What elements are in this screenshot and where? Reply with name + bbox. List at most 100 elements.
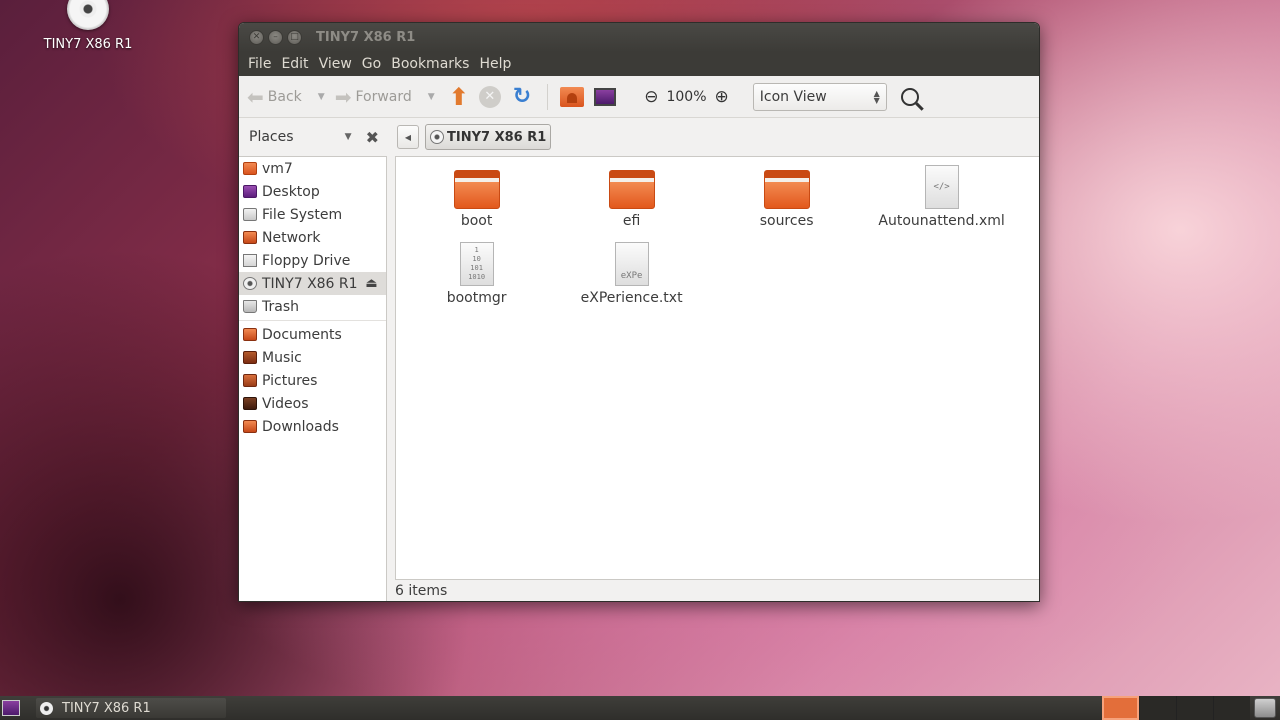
zoom-out-icon[interactable]: ⊖: [644, 87, 658, 107]
sidebar-item-label: Music: [262, 349, 302, 366]
workspace-switcher: [1102, 696, 1250, 720]
up-arrow-icon[interactable]: ⬆: [449, 85, 469, 109]
sidebar-item-label: Trash: [262, 298, 299, 315]
sidebar-item-tiny7[interactable]: TINY7 X86 R1 ⏏: [239, 272, 386, 295]
xml-file-icon: </>: [924, 165, 959, 209]
menu-go[interactable]: Go: [357, 56, 386, 72]
menu-help[interactable]: Help: [474, 56, 516, 72]
workspace-4[interactable]: [1213, 696, 1250, 720]
places-sidebar: vm7 Desktop File System Network Floppy D…: [239, 156, 387, 601]
file-item-efi[interactable]: efi: [557, 170, 707, 229]
sidebar-item-network[interactable]: Network: [239, 226, 386, 249]
documents-folder-icon: [243, 328, 257, 341]
sidebar-item-music[interactable]: Music: [239, 346, 386, 369]
menu-bar: File Edit View Go Bookmarks Help: [239, 52, 1039, 76]
sidebar-item-label: Downloads: [262, 418, 339, 435]
menu-edit[interactable]: Edit: [276, 56, 313, 72]
window-title: TINY7 X86 R1: [316, 30, 416, 45]
home-folder-icon: [243, 162, 257, 175]
sidebar-item-documents[interactable]: Documents: [239, 323, 386, 346]
pictures-folder-icon: [243, 374, 257, 387]
zoom-in-icon[interactable]: ⊕: [715, 87, 729, 107]
taskbar-button[interactable]: TINY7 X86 R1: [36, 698, 226, 718]
menu-file[interactable]: File: [243, 56, 276, 72]
stop-icon[interactable]: ✕: [478, 85, 501, 108]
workspace-1[interactable]: [1102, 696, 1139, 720]
desktop-cd-icon[interactable]: TINY7 X86 R1: [40, 0, 136, 52]
sidebar-item-label: Network: [262, 229, 321, 246]
floppy-icon: [243, 254, 257, 267]
select-arrows-icon: ▲ ▼: [873, 88, 880, 105]
sidebar-item-vm7[interactable]: vm7: [239, 157, 386, 180]
path-scroll-left-button[interactable]: ◀: [397, 125, 419, 149]
back-button[interactable]: ⬅ Back: [247, 87, 302, 107]
sidebar-item-floppy-drive[interactable]: Floppy Drive: [239, 249, 386, 272]
maximize-button[interactable]: □: [287, 30, 302, 45]
menu-bookmarks[interactable]: Bookmarks: [386, 56, 474, 72]
search-icon[interactable]: [900, 87, 919, 106]
file-glyph: eXPe: [620, 271, 643, 281]
breadcrumb-label: TINY7 X86 R1: [447, 129, 547, 145]
sidebar-item-desktop[interactable]: Desktop: [239, 180, 386, 203]
file-name: Autounattend.xml: [878, 213, 1005, 229]
home-folder-icon[interactable]: [560, 86, 585, 107]
videos-folder-icon: [243, 397, 257, 410]
breadcrumb[interactable]: TINY7 X86 R1: [425, 124, 552, 150]
folder-icon: [608, 170, 655, 209]
cd-disc-icon: [243, 277, 257, 290]
file-name: bootmgr: [446, 290, 507, 306]
toolbar: ⬅ Back ▼ ➡ Forward ▼ ⬆ ✕ ↻ ⊖ 100% ⊕ Icon…: [239, 76, 1039, 118]
sidebar-item-label: Desktop: [262, 183, 320, 200]
view-mode-select[interactable]: Icon View ▲ ▼: [752, 82, 887, 111]
forward-label: Forward: [355, 88, 412, 105]
show-desktop-icon[interactable]: [2, 700, 20, 716]
close-sidebar-icon[interactable]: ✖: [366, 128, 379, 147]
file-item-sources[interactable]: sources: [712, 170, 862, 229]
forward-history-dropdown[interactable]: ▼: [428, 92, 435, 102]
file-item-bootmgr[interactable]: 1 10 101 1010 bootmgr: [402, 242, 552, 306]
cd-disc-icon: [67, 0, 109, 30]
folder-icon: [453, 170, 500, 209]
pane-splitter[interactable]: [387, 156, 395, 580]
workspace-2[interactable]: [1139, 696, 1176, 720]
location-bar: Places ▼ ✖ ◀ TINY7 X86 R1: [239, 118, 1039, 156]
taskbar-label: TINY7 X86 R1: [62, 700, 151, 716]
sidebar-item-downloads[interactable]: Downloads: [239, 415, 386, 438]
file-glyph: 1 10 101 1010: [468, 246, 486, 281]
sidebar-item-pictures[interactable]: Pictures: [239, 369, 386, 392]
sidebar-item-label: Pictures: [262, 372, 318, 389]
workspace-3[interactable]: [1176, 696, 1213, 720]
menu-view[interactable]: View: [314, 56, 357, 72]
arrow-right-icon: ➡: [334, 84, 352, 109]
chevron-down-icon[interactable]: ▼: [345, 132, 352, 142]
sidebar-item-videos[interactable]: Videos: [239, 392, 386, 415]
text-file-icon: eXPe: [614, 242, 649, 286]
places-dropdown[interactable]: Places: [249, 129, 345, 145]
back-label: Back: [267, 88, 302, 105]
file-item-boot[interactable]: boot: [402, 170, 552, 229]
desktop-icon: [243, 185, 257, 198]
trash-icon[interactable]: [1254, 698, 1276, 718]
view-mode-value: Icon View: [759, 88, 827, 105]
reload-icon[interactable]: ↻: [513, 85, 531, 108]
zoom-level[interactable]: 100%: [666, 89, 706, 105]
forward-button[interactable]: ➡ Forward: [335, 87, 412, 107]
content-area: vm7 Desktop File System Network Floppy D…: [239, 156, 1039, 601]
sidebar-item-label: vm7: [262, 160, 293, 177]
close-button[interactable]: ✕: [249, 30, 264, 45]
sidebar-item-label: Videos: [262, 395, 309, 412]
bottom-panel: TINY7 X86 R1: [0, 696, 1280, 720]
file-item-experience[interactable]: eXPe eXPerience.txt: [557, 242, 707, 306]
file-view: boot efi sources </> Autounattend.xml 1 …: [394, 156, 1039, 580]
back-history-dropdown[interactable]: ▼: [318, 92, 325, 102]
network-icon: [243, 231, 257, 244]
sidebar-item-trash[interactable]: Trash: [239, 295, 386, 318]
file-item-autounattend[interactable]: </> Autounattend.xml: [867, 165, 1017, 229]
cd-disc-icon: [430, 130, 444, 144]
computer-icon[interactable]: [594, 87, 617, 106]
binary-file-icon: 1 10 101 1010: [459, 242, 494, 286]
minimize-button[interactable]: –: [268, 30, 283, 45]
title-bar: ✕ – □ TINY7 X86 R1: [239, 23, 1039, 52]
sidebar-item-file-system[interactable]: File System: [239, 203, 386, 226]
eject-icon[interactable]: ⏏: [365, 276, 377, 291]
